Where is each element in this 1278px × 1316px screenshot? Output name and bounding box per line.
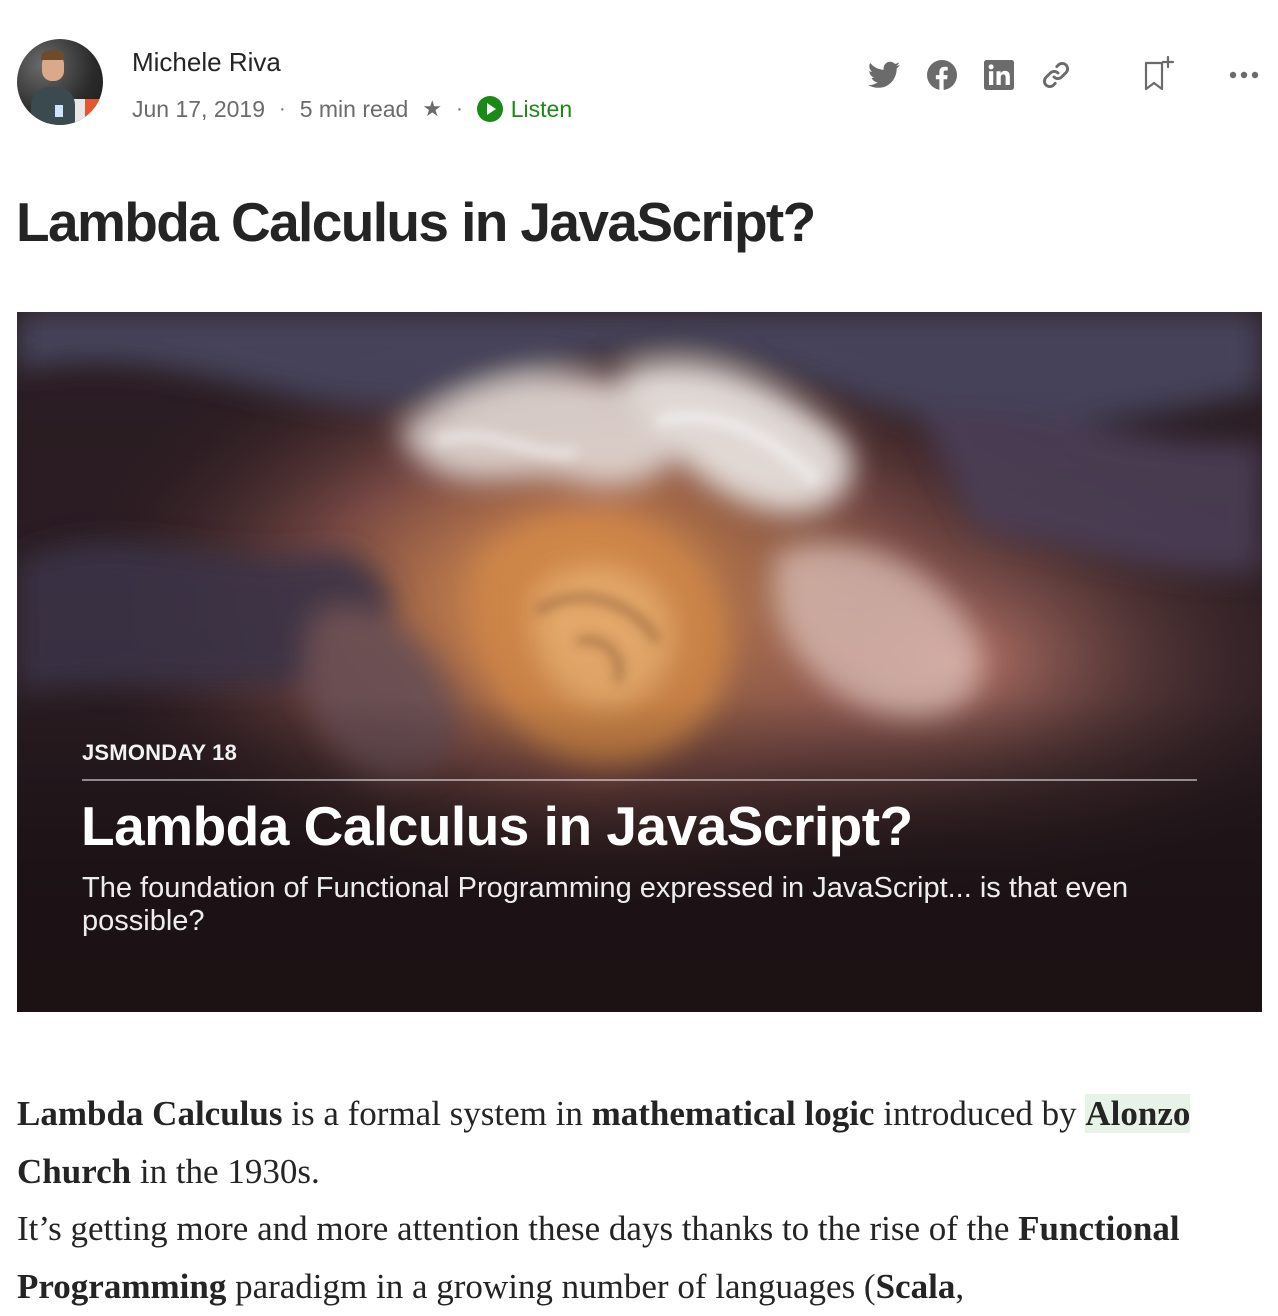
article-meta: Jun 17, 2019 · 5 min read ★ · Listen bbox=[132, 92, 572, 126]
text-run: paradigm in a growing number of language… bbox=[226, 1266, 876, 1306]
meta-separator: · bbox=[279, 97, 286, 120]
paragraph: It’s getting more and more attention the… bbox=[17, 1200, 1262, 1315]
facebook-icon[interactable] bbox=[924, 57, 960, 93]
avatar-banner bbox=[85, 99, 103, 125]
play-icon bbox=[476, 96, 503, 122]
author-avatar[interactable] bbox=[17, 39, 103, 125]
bold-term: Church bbox=[17, 1151, 132, 1191]
hero-subtitle: The foundation of Functional Programming… bbox=[82, 872, 1129, 937]
linkedin-icon[interactable] bbox=[981, 57, 1017, 93]
twitter-icon[interactable] bbox=[866, 57, 902, 93]
article-title: Lambda Calculus in JavaScript? bbox=[16, 191, 816, 253]
bold-term: Lambda Calculus bbox=[17, 1094, 283, 1133]
copy-link-icon[interactable] bbox=[1038, 57, 1074, 93]
hero-divider bbox=[82, 779, 1197, 781]
hero-eyebrow: JSMONDAY 18 bbox=[82, 740, 238, 765]
avatar-body bbox=[31, 87, 75, 125]
text-run: , bbox=[955, 1266, 965, 1306]
text-run: introduced by bbox=[874, 1094, 1086, 1133]
hero-image: JSMONDAY 18 Lambda Calculus in JavaScrip… bbox=[17, 312, 1262, 1012]
bookmark-add-icon[interactable] bbox=[1138, 55, 1178, 95]
bold-term: Scala bbox=[875, 1266, 956, 1306]
avatar-badge bbox=[55, 105, 63, 117]
listen-button[interactable]: Listen bbox=[476, 95, 573, 123]
text-run: is a formal system in bbox=[282, 1094, 592, 1133]
more-options-icon[interactable] bbox=[1226, 60, 1262, 90]
publish-date: Jun 17, 2019 bbox=[132, 95, 266, 122]
article-header: Michele Riva Jun 17, 2019 · 5 min read ★… bbox=[0, 0, 1278, 150]
avatar-hair bbox=[41, 50, 65, 60]
meta-separator: · bbox=[456, 97, 463, 120]
paragraph: Lambda Calculus is a formal system in ma… bbox=[17, 1085, 1262, 1200]
text-run: in the 1930s. bbox=[131, 1151, 320, 1191]
member-star-icon: ★ bbox=[422, 96, 443, 121]
hero-title: Lambda Calculus in JavaScript? bbox=[81, 795, 913, 857]
listen-label: Listen bbox=[510, 95, 573, 122]
article-body: Lambda Calculus is a formal system in ma… bbox=[17, 1085, 1262, 1315]
bold-term: mathematical logic bbox=[591, 1094, 875, 1133]
text-run: It’s getting more and more attention the… bbox=[17, 1209, 1019, 1248]
read-time: 5 min read bbox=[299, 95, 409, 122]
author-name-link[interactable]: Michele Riva bbox=[132, 45, 281, 79]
highlighted-term[interactable]: Alonzo bbox=[1085, 1094, 1191, 1133]
